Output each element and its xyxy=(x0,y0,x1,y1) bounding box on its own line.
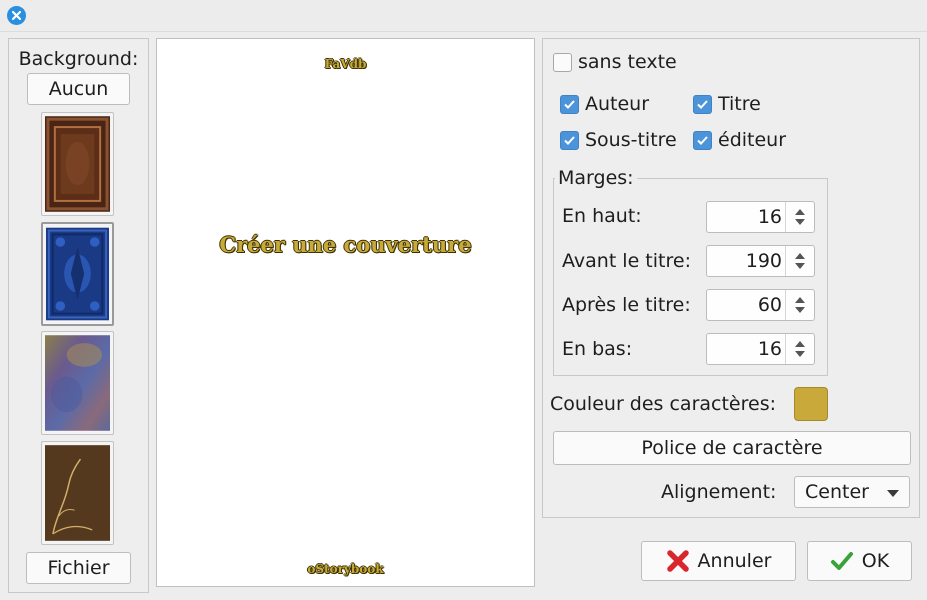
thumbnail-brown-gold[interactable] xyxy=(41,441,114,545)
margin-bottom-spinner[interactable]: 16 xyxy=(706,333,815,365)
margin-bottom-label: En bas: xyxy=(562,338,633,360)
spin-down-icon[interactable] xyxy=(795,351,805,357)
alignment-label: Alignement: xyxy=(661,481,777,503)
brown-gold-cover-image xyxy=(45,445,110,541)
chevron-down-icon xyxy=(887,490,899,497)
check-icon xyxy=(697,135,708,145)
margin-top-label: En haut: xyxy=(562,205,642,227)
margin-after-title-arrows xyxy=(785,290,814,320)
sans-texte-label: sans texte xyxy=(578,51,677,73)
titre-label: Titre xyxy=(718,93,761,115)
sans-texte-option[interactable]: sans texte xyxy=(553,51,677,73)
preview-header: FaVdb xyxy=(324,57,367,71)
preview-footer: oStorybook xyxy=(307,562,384,576)
check-icon xyxy=(830,552,853,570)
margin-before-title-label: Avant le titre: xyxy=(562,250,691,272)
thumbnail-blue-ornate[interactable] xyxy=(41,222,114,326)
margin-top-spinner[interactable]: 16 xyxy=(706,201,815,233)
window-titlebar xyxy=(0,0,927,32)
spin-down-icon[interactable] xyxy=(795,307,805,313)
auteur-label: Auteur xyxy=(585,93,650,115)
font-button[interactable]: Police de caractère xyxy=(553,431,911,465)
ok-button[interactable]: OK xyxy=(807,541,912,581)
cancel-button-label: Annuler xyxy=(697,550,772,572)
ok-button-label: OK xyxy=(861,550,890,572)
background-panel: Background: Aucun Fichier xyxy=(8,38,149,593)
spin-up-icon[interactable] xyxy=(795,341,805,347)
options-panel: sans texte Auteur Titre Sous-titre édite… xyxy=(542,38,920,518)
titre-option[interactable]: Titre xyxy=(693,93,761,115)
brown-leather-cover-image xyxy=(45,116,110,212)
close-icon[interactable] xyxy=(7,6,26,25)
margin-bottom-value[interactable]: 16 xyxy=(707,334,782,364)
margin-top-arrows xyxy=(785,202,814,232)
auteur-checkbox[interactable] xyxy=(560,94,579,114)
margin-after-title-label: Après le titre: xyxy=(562,294,691,316)
margin-after-title-value[interactable]: 60 xyxy=(707,290,782,320)
spin-down-icon[interactable] xyxy=(795,219,805,225)
background-label: Background: xyxy=(18,48,139,70)
spin-up-icon[interactable] xyxy=(795,297,805,303)
char-color-swatch[interactable] xyxy=(794,387,828,421)
margin-after-title-spinner[interactable]: 60 xyxy=(706,289,815,321)
editeur-checkbox[interactable] xyxy=(693,130,712,150)
char-color-label: Couleur des caractères: xyxy=(550,393,776,415)
font-button-label: Police de caractère xyxy=(641,437,823,459)
margin-bottom-arrows xyxy=(785,334,814,364)
margin-top-value[interactable]: 16 xyxy=(707,202,782,232)
margin-before-title-spinner[interactable]: 190 xyxy=(706,245,815,277)
auteur-option[interactable]: Auteur xyxy=(560,93,649,115)
spin-down-icon[interactable] xyxy=(795,263,805,269)
none-button-label: Aucun xyxy=(48,78,109,100)
file-button-label: Fichier xyxy=(47,557,110,579)
alignment-value: Center xyxy=(805,481,869,503)
titre-checkbox[interactable] xyxy=(693,94,712,114)
margin-before-title-arrows xyxy=(785,246,814,276)
alignment-select[interactable]: Center xyxy=(794,476,910,508)
cancel-button[interactable]: Annuler xyxy=(641,541,796,581)
cover-preview: FaVdb Créer une couverture oStorybook xyxy=(156,38,535,587)
spin-up-icon[interactable] xyxy=(795,253,805,259)
preview-title: Créer une couverture xyxy=(219,232,472,257)
thumbnail-iridescent[interactable] xyxy=(41,331,114,435)
margins-legend: Marges: xyxy=(555,167,637,189)
spin-up-icon[interactable] xyxy=(795,209,805,215)
blue-ornate-cover-image xyxy=(46,227,109,321)
sans-texte-checkbox[interactable] xyxy=(553,52,572,72)
iridescent-cover-image xyxy=(45,335,110,431)
sous-titre-label: Sous-titre xyxy=(585,129,677,151)
check-icon xyxy=(564,99,575,109)
file-button[interactable]: Fichier xyxy=(26,552,131,584)
thumbnail-brown-leather[interactable] xyxy=(41,112,114,216)
editeur-option[interactable]: éditeur xyxy=(693,129,786,151)
editeur-label: éditeur xyxy=(718,129,787,151)
check-icon xyxy=(697,99,708,109)
sous-titre-checkbox[interactable] xyxy=(560,130,579,150)
margin-before-title-value[interactable]: 190 xyxy=(707,246,782,276)
cancel-icon xyxy=(666,550,689,572)
none-button[interactable]: Aucun xyxy=(27,73,130,105)
sous-titre-option[interactable]: Sous-titre xyxy=(560,129,677,151)
check-icon xyxy=(564,135,575,145)
